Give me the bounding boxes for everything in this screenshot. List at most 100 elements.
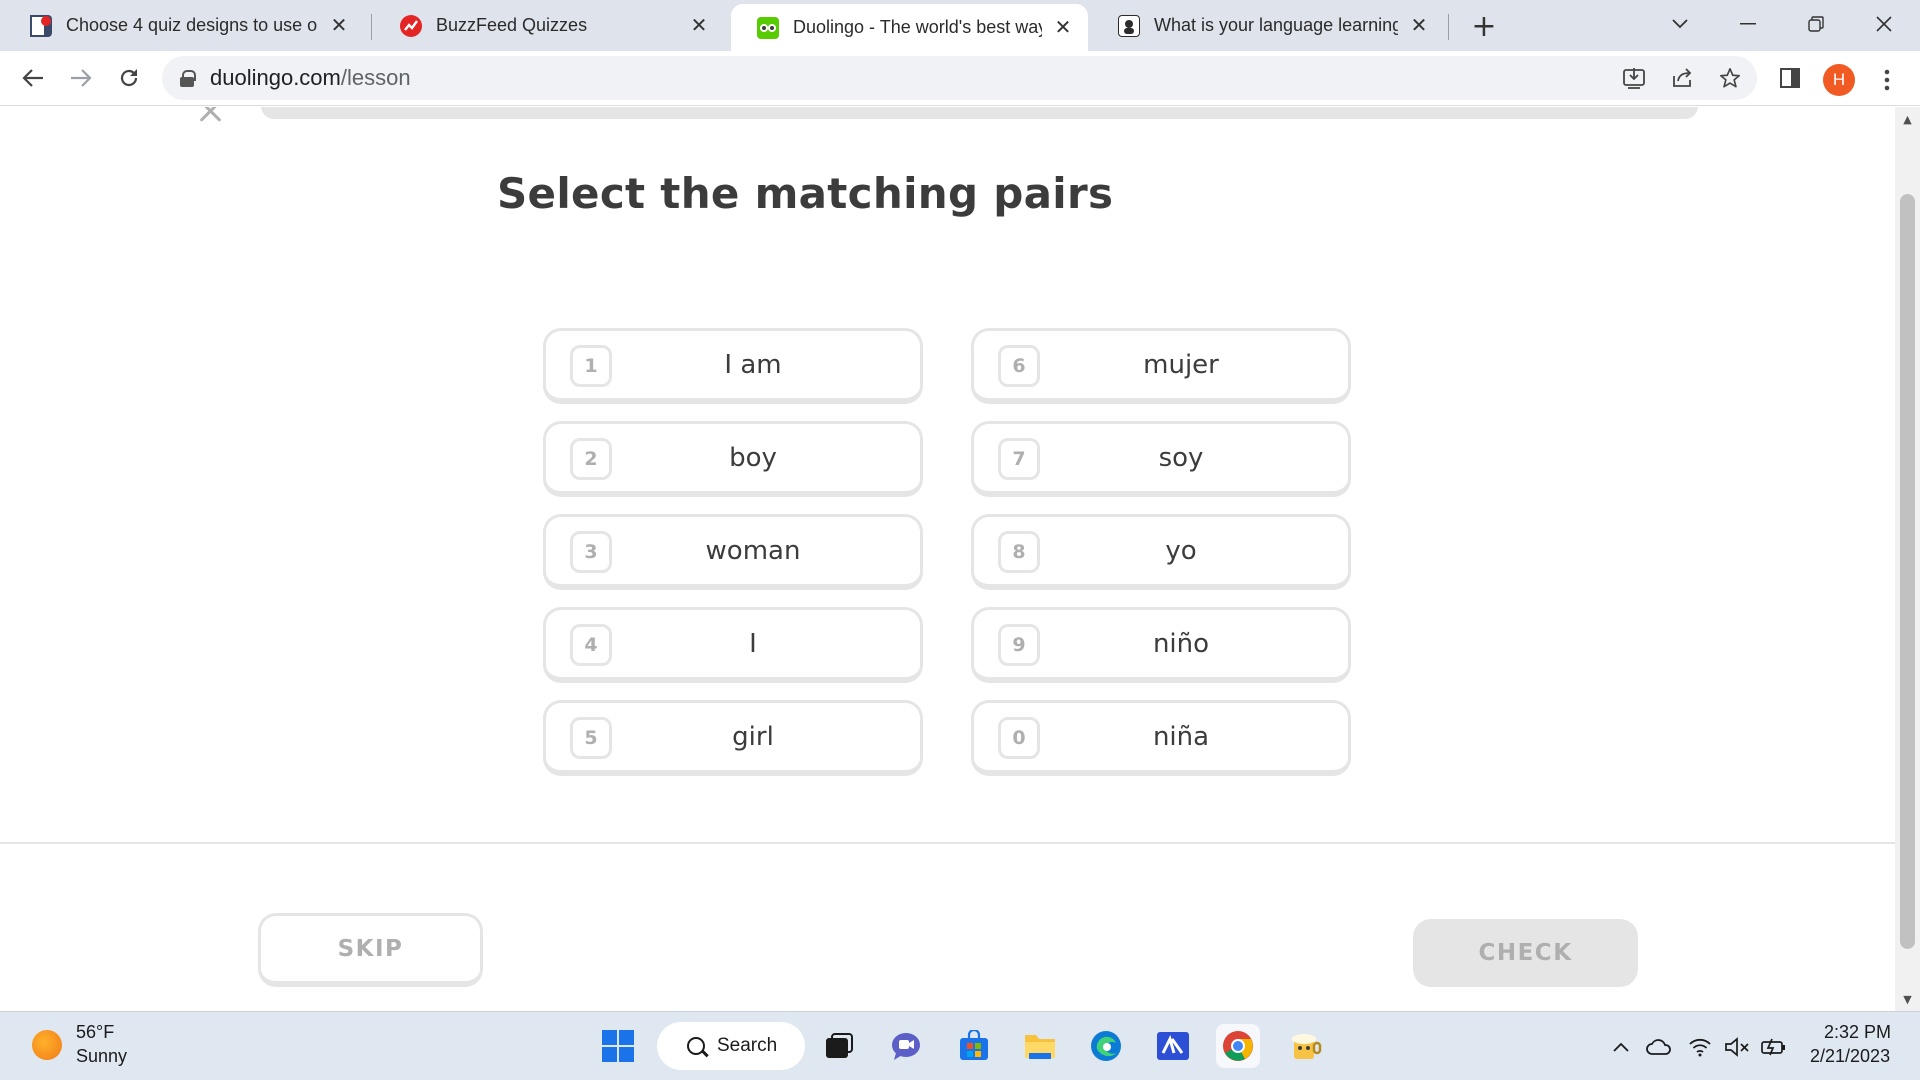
browser-tab-strip: Choose 4 quiz designs to use on ✕ BuzzFe…	[0, 0, 1920, 51]
duolingo-owl-icon	[757, 16, 779, 39]
close-lesson-icon[interactable]	[194, 107, 228, 123]
check-button[interactable]: CHECK	[1413, 919, 1638, 987]
browser-toolbar: duolingo.com/lesson H	[0, 51, 1920, 106]
tab-title: Choose 4 quiz designs to use on	[66, 15, 318, 35]
task-view-icon[interactable]	[817, 1024, 861, 1068]
windows-start-icon[interactable]	[596, 1024, 640, 1068]
new-tab-button[interactable]: +	[1466, 8, 1502, 44]
option-tile-left-2[interactable]: 2 boy	[543, 421, 923, 497]
option-tile-right-2[interactable]: 7 soy	[971, 421, 1351, 497]
tab-language-learning[interactable]: What is your language learning s ✕	[1092, 0, 1444, 51]
option-tile-right-5[interactable]: 0 niña	[971, 700, 1351, 776]
portrait-favicon-icon	[1118, 14, 1140, 37]
search-label: Search	[717, 1035, 778, 1056]
option-key-badge: 5	[570, 717, 612, 759]
option-word: I am	[724, 349, 782, 380]
url-text: duolingo.com/lesson	[210, 65, 411, 90]
footer-divider	[0, 842, 1895, 844]
matching-pairs-grid: 1 I am 6 mujer 2 boy 7 soy 3 woman 8 yo …	[543, 328, 1353, 776]
document-favicon-icon	[30, 14, 52, 37]
option-key-badge: 4	[570, 624, 612, 666]
tab-title: Duolingo - The world's best way	[793, 17, 1042, 37]
tab-buzzfeed-quizzes[interactable]: BuzzFeed Quizzes ✕	[374, 0, 724, 51]
volume-muted-icon[interactable]	[1724, 1034, 1750, 1060]
close-tab-icon[interactable]: ✕	[328, 15, 350, 37]
buzzfeed-trending-icon	[400, 14, 422, 37]
option-key-badge: 9	[998, 624, 1040, 666]
option-word: niño	[1152, 628, 1210, 659]
reload-icon[interactable]	[110, 59, 148, 97]
option-word: woman	[705, 535, 801, 566]
option-word: mujer	[1143, 349, 1219, 380]
page-scrollbar[interactable]: ▲ ▼	[1895, 107, 1920, 1011]
scroll-down-arrow-icon[interactable]: ▼	[1895, 987, 1920, 1011]
option-tile-left-5[interactable]: 5 girl	[543, 700, 923, 776]
tab-title: What is your language learning s	[1154, 15, 1398, 35]
option-key-badge: 1	[570, 345, 612, 387]
option-key-badge: 0	[998, 717, 1040, 759]
windows-taskbar: 56°F Sunny Search 2:32 PM 2/21/2023	[0, 1011, 1920, 1080]
option-word: boy	[729, 442, 777, 473]
bookmark-star-icon[interactable]	[1708, 56, 1752, 100]
lock-icon[interactable]	[180, 70, 196, 87]
address-bar[interactable]: duolingo.com/lesson	[162, 56, 1757, 100]
close-tab-icon[interactable]: ✕	[1408, 15, 1430, 37]
sun-weather-icon[interactable]	[32, 1030, 62, 1060]
scrollbar-thumb[interactable]	[1900, 194, 1915, 949]
lesson-page: Select the matching pairs 1 I am 6 mujer…	[0, 107, 1895, 1011]
restore-window-icon[interactable]	[1796, 6, 1836, 42]
search-icon	[687, 1037, 705, 1055]
option-tile-right-1[interactable]: 6 mujer	[971, 328, 1351, 404]
close-window-icon[interactable]	[1864, 6, 1904, 42]
browser-menu-icon[interactable]	[1874, 61, 1900, 99]
close-tab-icon[interactable]: ✕	[688, 15, 710, 37]
taskbar-clock-time[interactable]: 2:32 PM	[1824, 1022, 1891, 1043]
tab-quiz-designs[interactable]: Choose 4 quiz designs to use on ✕	[4, 0, 364, 51]
option-tile-left-3[interactable]: 3 woman	[543, 514, 923, 590]
wifi-icon[interactable]	[1688, 1034, 1712, 1060]
share-icon[interactable]	[1660, 56, 1704, 100]
option-key-badge: 8	[998, 531, 1040, 573]
option-word: niña	[1152, 721, 1210, 752]
option-tile-right-3[interactable]: 8 yo	[971, 514, 1351, 590]
beer-mug-app-icon[interactable]	[1284, 1024, 1328, 1068]
taskbar-search-box[interactable]: Search	[657, 1022, 805, 1070]
option-key-badge: 3	[570, 531, 612, 573]
taskbar-clock-date[interactable]: 2/21/2023	[1810, 1046, 1890, 1067]
option-tile-right-4[interactable]: 9 niño	[971, 607, 1351, 683]
visual-studio-icon[interactable]	[1151, 1024, 1195, 1068]
weather-condition[interactable]: Sunny	[76, 1046, 127, 1067]
option-tile-left-1[interactable]: 1 I am	[543, 328, 923, 404]
back-arrow-icon[interactable]	[14, 59, 52, 97]
battery-charging-icon[interactable]	[1760, 1034, 1788, 1060]
option-tile-left-4[interactable]: 4 I	[543, 607, 923, 683]
microsoft-store-icon[interactable]	[952, 1024, 996, 1068]
forward-arrow-icon[interactable]	[62, 59, 100, 97]
option-word: I	[749, 628, 757, 659]
chrome-browser-icon[interactable]	[1216, 1024, 1260, 1068]
side-panel-icon[interactable]	[1768, 56, 1812, 100]
option-word: girl	[732, 721, 774, 752]
tab-separator	[1448, 14, 1449, 40]
option-word: yo	[1165, 535, 1197, 566]
tab-title: BuzzFeed Quizzes	[436, 15, 588, 35]
option-key-badge: 7	[998, 438, 1040, 480]
close-tab-icon[interactable]: ✕	[1052, 17, 1074, 39]
edge-browser-icon[interactable]	[1084, 1024, 1128, 1068]
tab-duolingo[interactable]: Duolingo - The world's best way ✕	[731, 4, 1088, 51]
scroll-up-arrow-icon[interactable]: ▲	[1895, 107, 1920, 131]
weather-temperature[interactable]: 56°F	[76, 1022, 114, 1043]
profile-avatar[interactable]: H	[1823, 64, 1855, 96]
file-explorer-icon[interactable]	[1018, 1024, 1062, 1068]
show-hidden-icons-chevron-icon[interactable]	[1612, 1034, 1630, 1060]
tab-separator	[371, 14, 372, 40]
install-app-icon[interactable]	[1612, 56, 1656, 100]
teams-chat-icon[interactable]	[884, 1024, 928, 1068]
option-key-badge: 6	[998, 345, 1040, 387]
page-title: Select the matching pairs	[497, 169, 1114, 218]
onedrive-cloud-icon[interactable]	[1646, 1034, 1672, 1060]
tab-search-chevron-icon[interactable]	[1660, 6, 1700, 42]
minimize-window-icon[interactable]	[1728, 6, 1768, 42]
option-word: soy	[1158, 442, 1204, 473]
skip-button[interactable]: SKIP	[258, 913, 483, 987]
